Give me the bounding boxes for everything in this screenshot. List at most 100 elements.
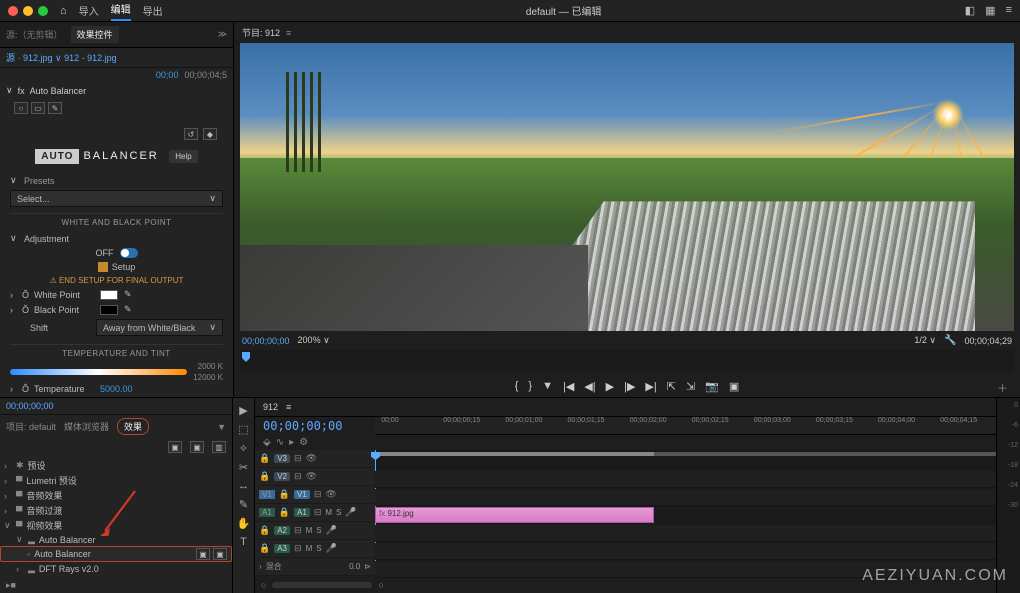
nav-edit[interactable]: 编辑 bbox=[111, 1, 131, 21]
fx-mask-rect-icon[interactable]: ▭ bbox=[31, 102, 45, 114]
fx-toggle[interactable]: ∨ bbox=[6, 85, 13, 96]
export-frame-icon[interactable]: 📷 bbox=[705, 380, 719, 393]
clip-912[interactable]: fx 912.jpg bbox=[375, 507, 654, 523]
title-bar: ⌂ 导入 编辑 导出 default — 已编辑 ◧ ▦ ≡ bbox=[0, 0, 1020, 22]
black-swatch[interactable] bbox=[100, 305, 118, 315]
fx-name: Auto Balancer bbox=[30, 86, 87, 96]
hand-tool-icon[interactable]: ✋ bbox=[237, 517, 251, 530]
program-scrubber[interactable] bbox=[240, 350, 1014, 372]
link-icon[interactable]: ∿ bbox=[276, 437, 284, 448]
fx-badge: fx bbox=[18, 86, 25, 96]
tab-source[interactable]: 源:（无剪辑） bbox=[6, 28, 63, 41]
snap-icon[interactable]: ⬙ bbox=[263, 437, 271, 448]
slip-tool-icon[interactable]: ↔ bbox=[238, 480, 249, 492]
adjustment-label: Adjustment bbox=[24, 234, 69, 244]
compare-icon[interactable]: ▣ bbox=[729, 380, 739, 393]
wrench-icon[interactable]: 🔧 bbox=[944, 335, 956, 346]
plugin-logo-b: BALANCER bbox=[83, 150, 158, 162]
eyedropper-icon[interactable]: ✎ bbox=[124, 289, 132, 300]
program-header: 节目: 912 bbox=[242, 26, 280, 39]
cloud-icon[interactable]: ◧ bbox=[965, 4, 975, 17]
temperature-gradient bbox=[10, 369, 187, 375]
program-timecode[interactable]: 00;00;00;00 bbox=[242, 336, 290, 346]
resolution-select[interactable]: 1/2 ∨ bbox=[914, 335, 936, 346]
fx-bypass-icon[interactable]: ○ bbox=[14, 102, 28, 114]
sequence-name[interactable]: 912 bbox=[263, 402, 278, 412]
panel-menu-icon[interactable]: ≫ bbox=[218, 29, 227, 40]
razor-tool-icon[interactable]: ✂ bbox=[239, 461, 248, 474]
watermark: AEZIYUAN.COM bbox=[862, 567, 1008, 585]
lift-icon[interactable]: ⇱ bbox=[667, 380, 676, 393]
workspace-icon[interactable]: ▦ bbox=[985, 4, 995, 17]
zoom-out-icon[interactable]: ○ bbox=[261, 580, 266, 590]
project-panel: 00;00;00;00 项目: default 媒体浏览器 效果 ▼ ▣ ▣ ▥… bbox=[0, 398, 233, 593]
tab-effect-controls[interactable]: 效果控件 bbox=[71, 26, 119, 43]
setup-checkbox[interactable] bbox=[98, 262, 108, 272]
folder-auto-balancer: Auto Balancer bbox=[39, 535, 96, 545]
timeline-tracks-area[interactable]: fx 912.jpg bbox=[375, 450, 996, 576]
zoom-in-icon[interactable]: ○ bbox=[378, 580, 383, 590]
menu-icon[interactable]: ≡ bbox=[1006, 4, 1012, 17]
zoom-slider[interactable] bbox=[272, 582, 372, 588]
warning-text: ⚠ END SETUP FOR FINAL OUTPUT bbox=[10, 274, 223, 287]
nav-import[interactable]: 导入 bbox=[79, 3, 99, 18]
eyedropper-icon[interactable]: ✎ bbox=[124, 304, 132, 315]
track-select-tool-icon[interactable]: ⬚ bbox=[238, 423, 248, 436]
source-breadcrumb[interactable]: 源 · 912.jpg ∨ 912 - 912.jpg bbox=[0, 48, 233, 68]
keyframe-icon[interactable]: ◆ bbox=[203, 128, 217, 140]
ripple-tool-icon[interactable]: ✧ bbox=[239, 442, 248, 455]
settings-tl-icon[interactable]: ⚙ bbox=[299, 437, 308, 448]
temperature-value[interactable]: 5000.00 bbox=[100, 384, 133, 394]
timeline-ruler[interactable]: 00;0000;00;00;1500;00;01;0000;00;01;1500… bbox=[375, 417, 996, 435]
selection-tool-icon[interactable]: ▶ bbox=[239, 404, 247, 417]
fx-badge-2-icon[interactable]: ▣ bbox=[190, 441, 204, 453]
go-in-icon[interactable]: |◀ bbox=[563, 380, 574, 393]
presets-label: Presets bbox=[24, 176, 55, 186]
section-white-black: WHITE AND BLACK POINT bbox=[10, 213, 223, 231]
preview-viewport[interactable] bbox=[240, 43, 1014, 331]
effects-tree[interactable]: ›✱预设 ›▀Lumetri 预设 ›▀音频效果 ›▀音频过渡 ∨▀视频效果 ∨… bbox=[0, 456, 232, 578]
pen-tool-icon[interactable]: ✎ bbox=[239, 498, 248, 511]
white-point-label: White Point bbox=[34, 290, 94, 300]
help-button[interactable]: Help bbox=[169, 150, 197, 163]
off-label: OFF bbox=[96, 248, 114, 258]
tab-project[interactable]: 项目: default bbox=[6, 420, 56, 433]
fx-badge-3-icon[interactable]: ▥ bbox=[212, 441, 226, 453]
shift-label: Shift bbox=[30, 323, 90, 333]
tab-effects[interactable]: 效果 bbox=[117, 418, 149, 435]
type-tool-icon[interactable]: T bbox=[240, 536, 247, 548]
mark-out-icon[interactable]: } bbox=[528, 380, 532, 393]
reset-icon[interactable]: ↺ bbox=[184, 128, 198, 140]
search-icon[interactable]: ▼ bbox=[217, 422, 226, 432]
button-editor-icon[interactable]: ＋ bbox=[997, 380, 1008, 396]
white-swatch[interactable] bbox=[100, 290, 118, 300]
zoom-select[interactable]: 200% ∨ bbox=[298, 335, 330, 346]
play-icon[interactable]: ▶ bbox=[606, 380, 614, 393]
fx-mask-pen-icon[interactable]: ✎ bbox=[48, 102, 62, 114]
go-out-icon[interactable]: ▶| bbox=[645, 380, 656, 393]
marker-tl-icon[interactable]: ▸ bbox=[289, 437, 294, 448]
window-controls[interactable] bbox=[8, 6, 48, 16]
plugin-logo-a: AUTO bbox=[35, 149, 79, 164]
tab-media-browser[interactable]: 媒体浏览器 bbox=[64, 420, 109, 433]
effect-auto-balancer[interactable]: ▫Auto Balancer▣▣ bbox=[0, 546, 232, 562]
marker-icon[interactable]: ▼ bbox=[542, 380, 553, 393]
adjustment-toggle[interactable] bbox=[120, 248, 138, 258]
step-back-icon[interactable]: ◀| bbox=[584, 380, 595, 393]
presets-select[interactable]: Select...∨ bbox=[10, 190, 223, 207]
tc-left: 00;00 bbox=[156, 70, 179, 80]
tc-right: 00;00;04;5 bbox=[184, 70, 227, 80]
nav-export[interactable]: 导出 bbox=[143, 3, 163, 18]
tool-palette: ▶ ⬚ ✧ ✂ ↔ ✎ ✋ T bbox=[233, 398, 255, 593]
timeline-panel: ▶ ⬚ ✧ ✂ ↔ ✎ ✋ T 912≡ 00;00;00;00 ⬙∿▸⚙ 00… bbox=[233, 398, 1020, 593]
section-temp-tint: TEMPERATURE AND TINT bbox=[10, 344, 223, 362]
home-icon[interactable]: ⌂ bbox=[60, 5, 67, 17]
step-fwd-icon[interactable]: |▶ bbox=[624, 380, 635, 393]
black-point-label: Black Point bbox=[34, 305, 94, 315]
timeline-timecode[interactable]: 00;00;00;00 bbox=[255, 417, 375, 435]
window-title: default — 已编辑 bbox=[175, 3, 953, 18]
mark-in-icon[interactable]: { bbox=[515, 380, 519, 393]
fx-badge-1-icon[interactable]: ▣ bbox=[168, 441, 182, 453]
extract-icon[interactable]: ⇲ bbox=[686, 380, 695, 393]
shift-select[interactable]: Away from White/Black∨ bbox=[96, 319, 223, 336]
